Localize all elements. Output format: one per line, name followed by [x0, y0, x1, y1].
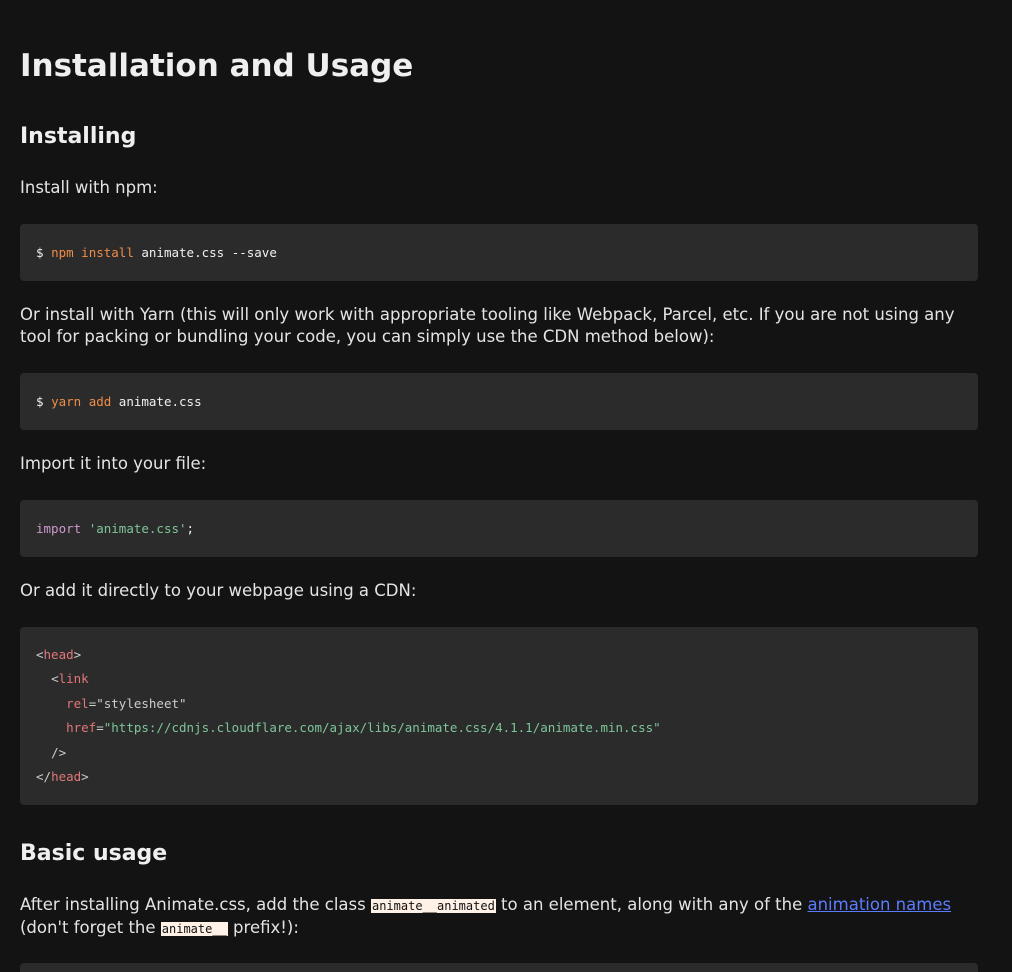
import-keyword: import: [36, 521, 82, 536]
tag-name: head: [51, 768, 82, 784]
punctuation: />: [51, 744, 67, 760]
import-code-block: import 'animate.css';: [20, 500, 978, 557]
punctuation: >: [73, 647, 82, 662]
yarn-args: animate.css: [111, 394, 202, 409]
text-segment: prefix!):: [227, 918, 299, 937]
import-string: 'animate.css': [88, 521, 187, 536]
text-segment: to an element, along with any of the: [495, 895, 808, 914]
yarn-prompt: $: [36, 394, 52, 409]
animation-names-link[interactable]: animation names: [807, 895, 951, 914]
prefix-code: animate__: [160, 922, 228, 936]
attribute-name: rel: [66, 695, 89, 711]
code-line-href: href="https://cdnjs.cloudflare.com/ajax/…: [36, 716, 978, 740]
installing-heading: Installing: [20, 124, 137, 149]
npm-code-block: $ npm install animate.css --save: [20, 224, 978, 281]
npm-command: npm install: [51, 245, 134, 260]
text-segment: (don't forget the: [20, 918, 161, 937]
cdn-intro: Or add it directly to your webpage using…: [20, 581, 417, 600]
punctuation: >: [81, 768, 89, 784]
yarn-intro: Or install with Yarn (this will only wor…: [20, 305, 955, 346]
next-code-block: [20, 963, 978, 972]
basic-usage-text: After installing Animate.css, add the cl…: [20, 894, 978, 940]
attribute-value: "https://cdnjs.cloudflare.com/ajax/libs/…: [103, 720, 661, 736]
page-title: Installation and Usage: [20, 48, 414, 84]
yarn-code-block: $ yarn add animate.css: [20, 373, 978, 430]
code-line-head-close: </head>: [36, 765, 978, 789]
basic-usage-heading: Basic usage: [20, 841, 168, 866]
code-line-link-close: />: [36, 741, 978, 765]
attribute-value: "stylesheet": [96, 695, 187, 711]
attribute-name: href: [66, 720, 97, 736]
punctuation: <: [51, 671, 59, 687]
code-line-rel: rel="stylesheet": [36, 692, 978, 716]
import-intro: Import it into your file:: [20, 454, 207, 473]
code-line-link-open: <link: [36, 667, 978, 691]
npm-prompt: $: [36, 245, 52, 260]
code-line-head-open: <head>: [36, 643, 978, 667]
cdn-code-block: <head> <link rel="stylesheet" href="http…: [20, 627, 978, 805]
punctuation: </: [36, 768, 52, 784]
punctuation: =: [96, 720, 104, 736]
animated-class-code: animate__animated: [370, 899, 496, 913]
punctuation: <: [36, 647, 44, 662]
yarn-command: yarn add: [51, 394, 112, 409]
npm-args: animate.css --save: [133, 245, 277, 260]
tag-name: head: [43, 647, 74, 662]
text-segment: After installing Animate.css, add the cl…: [20, 895, 371, 914]
import-semicolon: ;: [186, 521, 195, 536]
tag-name: link: [58, 671, 89, 687]
import-space: [81, 521, 89, 536]
npm-intro: Install with npm:: [20, 178, 158, 197]
